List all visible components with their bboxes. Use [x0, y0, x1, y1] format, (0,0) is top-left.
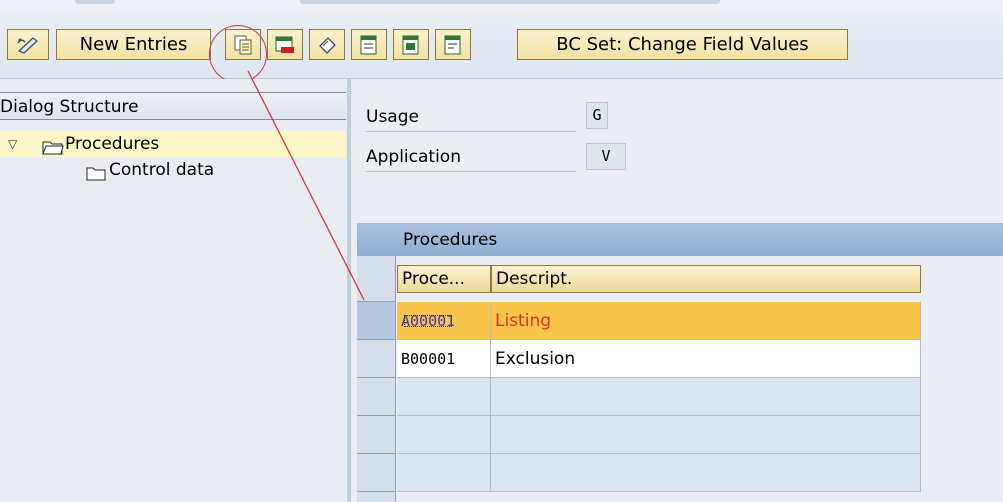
copy-icon[interactable] [225, 29, 261, 60]
application-field[interactable]: V [586, 143, 626, 170]
tree-item-procedures[interactable]: ▽ Procedures [0, 131, 346, 157]
row-selector[interactable] [357, 340, 395, 378]
deselect-all-icon[interactable] [435, 29, 471, 60]
empty-cell[interactable] [397, 378, 491, 416]
row-selector[interactable] [357, 302, 395, 340]
table-row-code-cell[interactable]: A00001 [397, 302, 491, 340]
row-selector-column [357, 256, 396, 502]
row-selector[interactable] [357, 378, 395, 416]
usage-field[interactable]: G [586, 102, 608, 129]
application-toolbar: New Entries BC Set: Change Field Values [0, 12, 1003, 83]
undo-icon[interactable] [309, 29, 345, 60]
folder-icon [86, 163, 106, 189]
row-selector[interactable] [357, 416, 395, 454]
empty-cell[interactable] [491, 454, 921, 492]
empty-cell[interactable] [491, 378, 921, 416]
dialog-structure-title: Dialog Structure [0, 92, 346, 120]
tree-item-label: Procedures [65, 134, 160, 154]
change-display-icon[interactable] [7, 29, 49, 60]
table-row-code-cell[interactable]: B00001 [397, 340, 491, 378]
table-row-description-cell[interactable]: Listing [491, 302, 921, 340]
dialog-structure-pane: Dialog Structure ▽ Procedures Control da… [0, 79, 353, 502]
select-all-icon[interactable] [351, 29, 387, 60]
usage-label: Usage [366, 103, 576, 132]
empty-cell[interactable] [397, 454, 491, 492]
select-block-icon[interactable] [393, 29, 429, 60]
column-header-description[interactable]: Descript. [491, 265, 921, 293]
detail-pane: Usage G Application V Procedures Proce..… [352, 79, 1003, 502]
empty-cell[interactable] [491, 416, 921, 454]
column-header-procedure[interactable]: Proce... [397, 265, 491, 293]
procedures-table: Proce... Descript. A00001 Listing B00001… [357, 256, 1003, 502]
bc-set-change-field-values-button[interactable]: BC Set: Change Field Values [517, 29, 848, 60]
empty-cell[interactable] [397, 416, 491, 454]
tree-item-control-data[interactable]: Control data [0, 157, 346, 183]
delete-icon[interactable] [267, 29, 303, 60]
new-entries-button[interactable]: New Entries [56, 29, 211, 60]
row-selector[interactable] [357, 454, 395, 492]
table-title: Procedures [357, 223, 1003, 256]
application-label: Application [366, 143, 576, 172]
expand-triangle-icon[interactable]: ▽ [8, 131, 17, 157]
table-row-description-cell[interactable]: Exclusion [491, 340, 921, 378]
select-all-rows-button[interactable] [357, 256, 395, 302]
tree-item-label: Control data [109, 160, 215, 180]
title-bar [0, 0, 1003, 12]
